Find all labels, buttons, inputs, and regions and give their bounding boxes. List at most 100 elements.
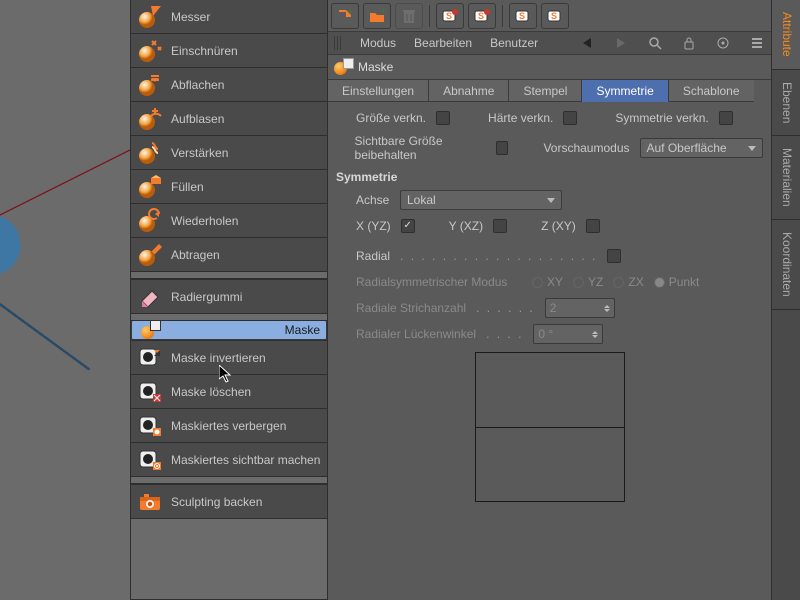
tool-label: Abtragen (171, 248, 220, 262)
mask-icon (137, 447, 163, 473)
toolbar: + + S S S S (328, 0, 771, 32)
tool-label: Maske invertieren (171, 351, 266, 365)
tool-label: Sculpting backen (171, 495, 262, 509)
checkbox-hardness-link[interactable] (563, 111, 577, 125)
svg-text:S: S (478, 11, 484, 21)
label: Vorschaumodus (543, 141, 629, 155)
label: Größe verkn. (356, 111, 426, 125)
toolbar-new-folder-icon[interactable]: + (363, 3, 391, 29)
tool-repeat[interactable]: Wiederholen (131, 203, 327, 237)
checkbox-axis-x[interactable] (401, 219, 415, 233)
tool-pinch[interactable]: Einschnüren (131, 33, 327, 67)
checkbox-size-link[interactable] (436, 111, 450, 125)
toolbar-sel-tag-a-icon[interactable]: S (436, 3, 464, 29)
checkbox-symmetry-link[interactable] (719, 111, 733, 125)
side-tab-attribute[interactable]: Attribute (772, 0, 800, 70)
tool-label: Einschnüren (171, 44, 238, 58)
tool-mask-4[interactable]: Maskiertes sichtbar machen (131, 442, 327, 476)
label: Radialsymmetrischer Modus (356, 275, 522, 289)
tool-knife[interactable]: Messer (131, 0, 327, 33)
panel-menu-icon[interactable] (749, 35, 765, 51)
tool-eraser[interactable]: Radiergummi (131, 279, 327, 313)
side-tab-materialien[interactable]: Materialien (772, 136, 800, 220)
svg-text:S: S (519, 11, 525, 21)
viewport[interactable] (0, 0, 130, 600)
flatten-icon (137, 72, 163, 98)
checkbox-radial[interactable] (607, 249, 621, 263)
radio-xy (532, 277, 543, 288)
tool-fill[interactable]: Füllen (131, 169, 327, 203)
checkbox-keep-visible-size[interactable] (496, 141, 508, 155)
label: Z (XY) (541, 219, 576, 233)
svg-text:+: + (381, 7, 386, 16)
tool-flatten[interactable]: Abflachen (131, 67, 327, 101)
tool-label: Maskiertes sichtbar machen (171, 453, 320, 467)
label: Y (XZ) (449, 219, 483, 233)
tool-bake[interactable]: Sculpting backen (131, 484, 327, 518)
toolbar-sel-tag-b-icon[interactable]: S (468, 3, 496, 29)
tab-schablone[interactable]: Schablone (669, 80, 754, 102)
menu-item[interactable]: Modus (360, 36, 396, 50)
repeat-icon (137, 208, 163, 234)
tool-mask-1[interactable]: Maske invertieren (131, 340, 327, 374)
mask-icon (137, 345, 163, 371)
inflate-icon (137, 106, 163, 132)
tool-label: Abflachen (171, 78, 224, 92)
tab-abnahme[interactable]: Abnahme (429, 80, 509, 102)
attribute-panel: + + S S S S Modus Bearbeiten Benutzer (328, 0, 771, 600)
toolbar-sel-tag-c-icon[interactable]: S (509, 3, 537, 29)
tool-inflate[interactable]: Aufblasen (131, 101, 327, 135)
sculpt-tool-palette: Messer Einschnüren Abflachen AufblasenVerst… (130, 0, 328, 600)
svg-text:S: S (446, 11, 452, 21)
label: Radiale Strichanzahl (356, 301, 466, 315)
tool-scrape[interactable]: Abtragen (131, 237, 327, 271)
tool-mask-2[interactable]: Maske löschen (131, 374, 327, 408)
mask-icon (137, 379, 163, 405)
toolbar-trash-icon[interactable] (395, 3, 423, 29)
radio-point (654, 277, 665, 288)
tool-label: Radiergummi (171, 290, 242, 304)
eraser-icon (137, 284, 163, 310)
label: Sichtbare Größe beibehalten (355, 134, 486, 162)
object-name: Maske (358, 60, 393, 74)
toolbar-new-tag-icon[interactable]: + (331, 3, 359, 29)
tab-einstellungen[interactable]: Einstellungen (328, 80, 429, 102)
preview-mode-select[interactable]: Auf Oberfläche (640, 138, 763, 158)
lock-icon[interactable] (681, 35, 697, 51)
toolbar-sel-tag-d-icon[interactable]: S (541, 3, 569, 29)
scrape-icon (137, 242, 163, 268)
knife-icon (137, 4, 163, 30)
radio-zx (613, 277, 624, 288)
side-tab-ebenen[interactable]: Ebenen (772, 70, 800, 136)
tool-label: Wiederholen (171, 214, 238, 228)
checkbox-axis-z[interactable] (586, 219, 600, 233)
menu-item[interactable]: Benutzer (490, 36, 538, 50)
label: X (YZ) (356, 219, 391, 233)
mask-square-icon (343, 58, 354, 69)
mask-icon (137, 413, 163, 439)
select-value: Auf Oberfläche (647, 141, 727, 155)
svg-text:+: + (348, 7, 353, 17)
grip-icon[interactable] (334, 36, 342, 50)
object-row: Maske (328, 55, 771, 80)
radial-strokes-input: 2 (545, 298, 615, 318)
label: Symmetrie verkn. (615, 111, 708, 125)
svg-text:S: S (551, 11, 557, 21)
side-tab-koordinaten[interactable]: Koordinaten (772, 220, 800, 310)
camera-icon (137, 489, 163, 515)
tab-stempel[interactable]: Stempel (509, 80, 582, 102)
nav-back-icon[interactable] (579, 35, 595, 51)
target-icon[interactable] (715, 35, 731, 51)
search-icon[interactable] (647, 35, 663, 51)
label: Radial (356, 249, 390, 263)
menu-item[interactable]: Bearbeiten (414, 36, 472, 50)
axis-select[interactable]: Lokal (400, 190, 562, 210)
tab-body-symmetry: Größe verkn. Härte verkn. Symmetrie verk… (328, 102, 771, 508)
tool-mask-0[interactable]: Maske (131, 321, 327, 340)
tool-amplify[interactable]: Verstärken (131, 135, 327, 169)
tool-mask-3[interactable]: Maskiertes verbergen (131, 408, 327, 442)
tab-symmetrie[interactable]: Symmetrie (582, 80, 668, 102)
section-header: Symmetrie (336, 170, 763, 184)
checkbox-axis-y[interactable] (493, 219, 507, 233)
nav-fwd-icon[interactable] (613, 35, 629, 51)
